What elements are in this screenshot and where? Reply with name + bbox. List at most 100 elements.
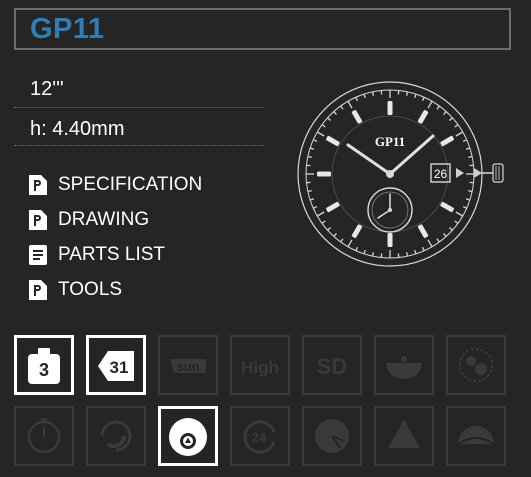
dial-brand: GP11 <box>375 134 405 149</box>
dial-date: 26 <box>434 167 448 181</box>
dial-minute-tick <box>327 117 331 121</box>
specification-label: SPECIFICATION <box>58 174 203 195</box>
moon-phase-icon <box>386 356 422 379</box>
svg-text:High: High <box>241 358 279 377</box>
tools-link[interactable]: TOOLS <box>28 277 122 303</box>
dial-minute-tick <box>436 238 440 243</box>
dial-hour-marker <box>440 135 454 147</box>
dial-hour-marker <box>351 110 363 124</box>
drawing-label: DRAWING <box>58 209 150 230</box>
pdf-document-icon <box>29 175 47 195</box>
spec-row-height: h: 4.40mm <box>14 110 264 146</box>
dial-hour-marker <box>351 224 363 238</box>
dial-minute-tick <box>347 100 353 109</box>
svg-text:SD: SD <box>317 354 348 379</box>
feature-chrono[interactable] <box>14 406 74 466</box>
dial-hour-marker <box>417 110 429 124</box>
day-night-icon <box>457 426 495 445</box>
dial-minute-tick <box>316 131 325 137</box>
tools-label: TOOLS <box>58 279 123 300</box>
dial-minute-tick <box>405 91 409 96</box>
dial-hour-marker <box>440 201 454 213</box>
spec-size: 12''' <box>30 78 64 100</box>
date-31-icon: 31 <box>98 351 134 381</box>
dial-minute-tick <box>462 139 468 143</box>
dial-hour-marker <box>326 201 340 213</box>
sun-icon: sun <box>170 359 206 374</box>
feature-day-night[interactable] <box>446 406 506 466</box>
svg-text:24: 24 <box>252 430 267 445</box>
dial-minute-tick <box>455 131 464 137</box>
feature-24h[interactable]: 24 <box>230 406 290 466</box>
parts-list-label: PARTS LIST <box>58 244 165 265</box>
dial-minute-tick <box>468 189 473 193</box>
dial-minute-tick <box>355 96 359 102</box>
dial-minute-tick <box>414 249 417 255</box>
dial-minute-tick <box>333 111 337 115</box>
spec-row-size: 12''' <box>14 72 264 108</box>
power-reserve-icon <box>315 419 349 453</box>
specification-link[interactable]: SPECIFICATION <box>28 172 202 198</box>
parts-list-link[interactable]: PARTS LIST <box>28 242 165 268</box>
sd-icon: SD <box>317 354 348 379</box>
dial-minute-tick <box>347 239 353 248</box>
hour-3-icon: 3 <box>28 348 60 384</box>
dial-minute-tick <box>321 124 326 128</box>
dial-minute-tick <box>465 147 471 150</box>
feature-moon-phase[interactable] <box>374 335 434 395</box>
dial-minute-tick <box>427 239 433 248</box>
feature-automatic[interactable] <box>86 406 146 466</box>
dial-minute-tick <box>363 249 366 255</box>
dial-minute-tick <box>340 238 344 243</box>
feature-gears[interactable] <box>446 335 506 395</box>
dial-hour-marker <box>387 233 393 247</box>
list-document-icon <box>29 245 47 265</box>
dial-minute-tick <box>449 117 453 121</box>
feature-high[interactable]: High <box>230 335 290 395</box>
dial-hour-marker <box>387 101 393 115</box>
dial-minute-tick <box>333 233 337 237</box>
dial-minute-tick <box>421 246 425 252</box>
dial-minute-tick <box>454 220 459 224</box>
feature-sd[interactable]: SD <box>302 335 362 395</box>
svg-text:sun: sun <box>176 359 199 374</box>
svg-text:3: 3 <box>39 360 49 380</box>
feature-sun[interactable]: sun <box>158 335 218 395</box>
dial-hour-marker <box>417 224 429 238</box>
dial-minute-tick <box>307 155 312 159</box>
dial-minute-tick <box>462 205 468 209</box>
chrono-icon <box>27 418 61 454</box>
feature-date-31[interactable]: 31 <box>86 335 146 395</box>
tourbillon-icon <box>388 420 420 448</box>
title-box: GP11 <box>14 8 511 50</box>
gears-icon <box>459 348 493 382</box>
dial-minute-tick <box>443 111 447 115</box>
feature-power-reserve[interactable] <box>302 406 362 466</box>
dial-minute-tick <box>309 198 315 201</box>
feature-tourbillon[interactable] <box>374 406 434 466</box>
24h-icon: 24 <box>243 420 276 454</box>
automatic-icon <box>100 420 132 452</box>
feature-small-seconds[interactable] <box>158 406 218 466</box>
dial-minute-tick <box>321 220 326 224</box>
dial-minute-tick <box>436 105 440 110</box>
high-icon: High <box>241 358 279 377</box>
dial-minute-tick <box>443 233 447 237</box>
dial-hour-marker <box>326 135 340 147</box>
dial-minute-tick <box>449 227 453 231</box>
watch-dial-illustration: GP11 26 <box>297 81 504 267</box>
drawing-link[interactable]: DRAWING <box>28 207 149 233</box>
dial-minute-tick <box>312 205 318 209</box>
dial-minute-tick <box>371 252 375 257</box>
dial-minute-tick <box>371 91 375 96</box>
dial-minute-tick <box>454 124 459 128</box>
page-title: GP11 <box>30 13 105 45</box>
spec-height: h: 4.40mm <box>30 118 125 140</box>
dial-minute-tick <box>327 227 331 231</box>
small-seconds-icon <box>169 418 207 456</box>
svg-text:31: 31 <box>110 358 129 377</box>
dial-minute-tick <box>307 189 312 193</box>
dial-minute-tick <box>427 100 433 109</box>
feature-hour-3[interactable]: 3 <box>14 335 74 395</box>
dial-minute-tick <box>465 198 471 201</box>
